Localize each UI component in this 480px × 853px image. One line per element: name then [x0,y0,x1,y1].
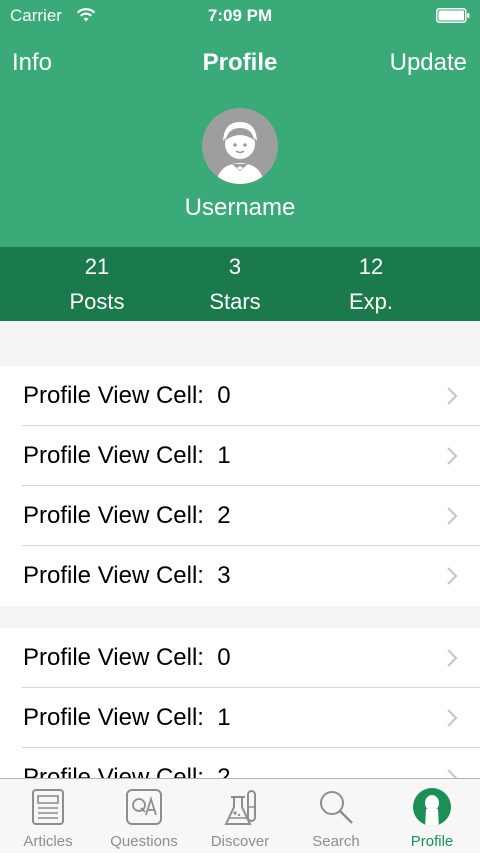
cell-label: Profile View Cell: 3 [23,562,231,589]
tab-profile[interactable]: Profile [384,779,480,853]
cell-label: Profile View Cell: 0 [23,382,231,409]
tab-search[interactable]: Search [288,779,384,853]
cell-label: Profile View Cell: 0 [23,644,231,671]
status-bar: Carrier 7:09 PM [0,0,480,30]
articles-icon [32,789,64,825]
stat-value: 21 [84,254,110,279]
profile-icon [413,788,451,826]
page-title: Profile [202,49,278,76]
tab-label: Profile [410,833,454,850]
tab-label: Search [312,833,360,850]
table-row[interactable]: Profile View Cell: 2 [0,486,480,546]
chevron-right-icon [447,709,458,727]
tab-bar: Articles Questions Discover Search Profi… [0,778,480,852]
tab-label: Articles [23,833,73,850]
table-row[interactable]: Profile View Cell: 1 [0,688,480,748]
info-button[interactable]: Info [12,48,52,78]
stat-label: Exp. [348,289,394,314]
table-section-1: Profile View Cell: 0 Profile View Cell: … [0,366,480,606]
table-row[interactable]: Profile View Cell: 3 [0,546,480,606]
tab-discover[interactable]: Discover [192,779,288,853]
table-row[interactable]: Profile View Cell: 0 [0,366,480,426]
battery-icon [436,8,470,23]
chevron-right-icon [447,447,458,465]
tab-articles[interactable]: Articles [0,779,96,853]
cell-label: Profile View Cell: 2 [23,502,231,529]
stat-label: Stars [209,289,261,314]
chevron-right-icon [447,649,458,667]
clock: 7:09 PM [207,6,273,25]
tab-label: Discover [210,833,270,850]
discover-icon [224,790,256,825]
avatar[interactable] [202,108,278,184]
tab-label: Questions [110,833,178,850]
stat-value: 12 [358,254,384,279]
table-row[interactable]: Profile View Cell: 1 [0,426,480,486]
stat-value: 3 [228,254,242,279]
chevron-right-icon [447,567,458,585]
profile-header: Carrier 7:09 PM Info Profile Update User… [0,0,480,247]
update-button[interactable]: Update [390,48,467,78]
username: Username [184,194,296,221]
chevron-right-icon [447,507,458,525]
chevron-right-icon [447,387,458,405]
stat-label: Posts [69,289,125,314]
questions-icon [126,789,162,825]
cell-label: Profile View Cell: 1 [23,442,231,469]
table-row[interactable]: Profile View Cell: 0 [0,628,480,688]
cell-label: Profile View Cell: 1 [23,704,231,731]
search-icon [320,791,353,824]
stats-bar: 21 Posts 3 Stars 12 Exp. [0,247,480,321]
tab-questions[interactable]: Questions [96,779,192,853]
